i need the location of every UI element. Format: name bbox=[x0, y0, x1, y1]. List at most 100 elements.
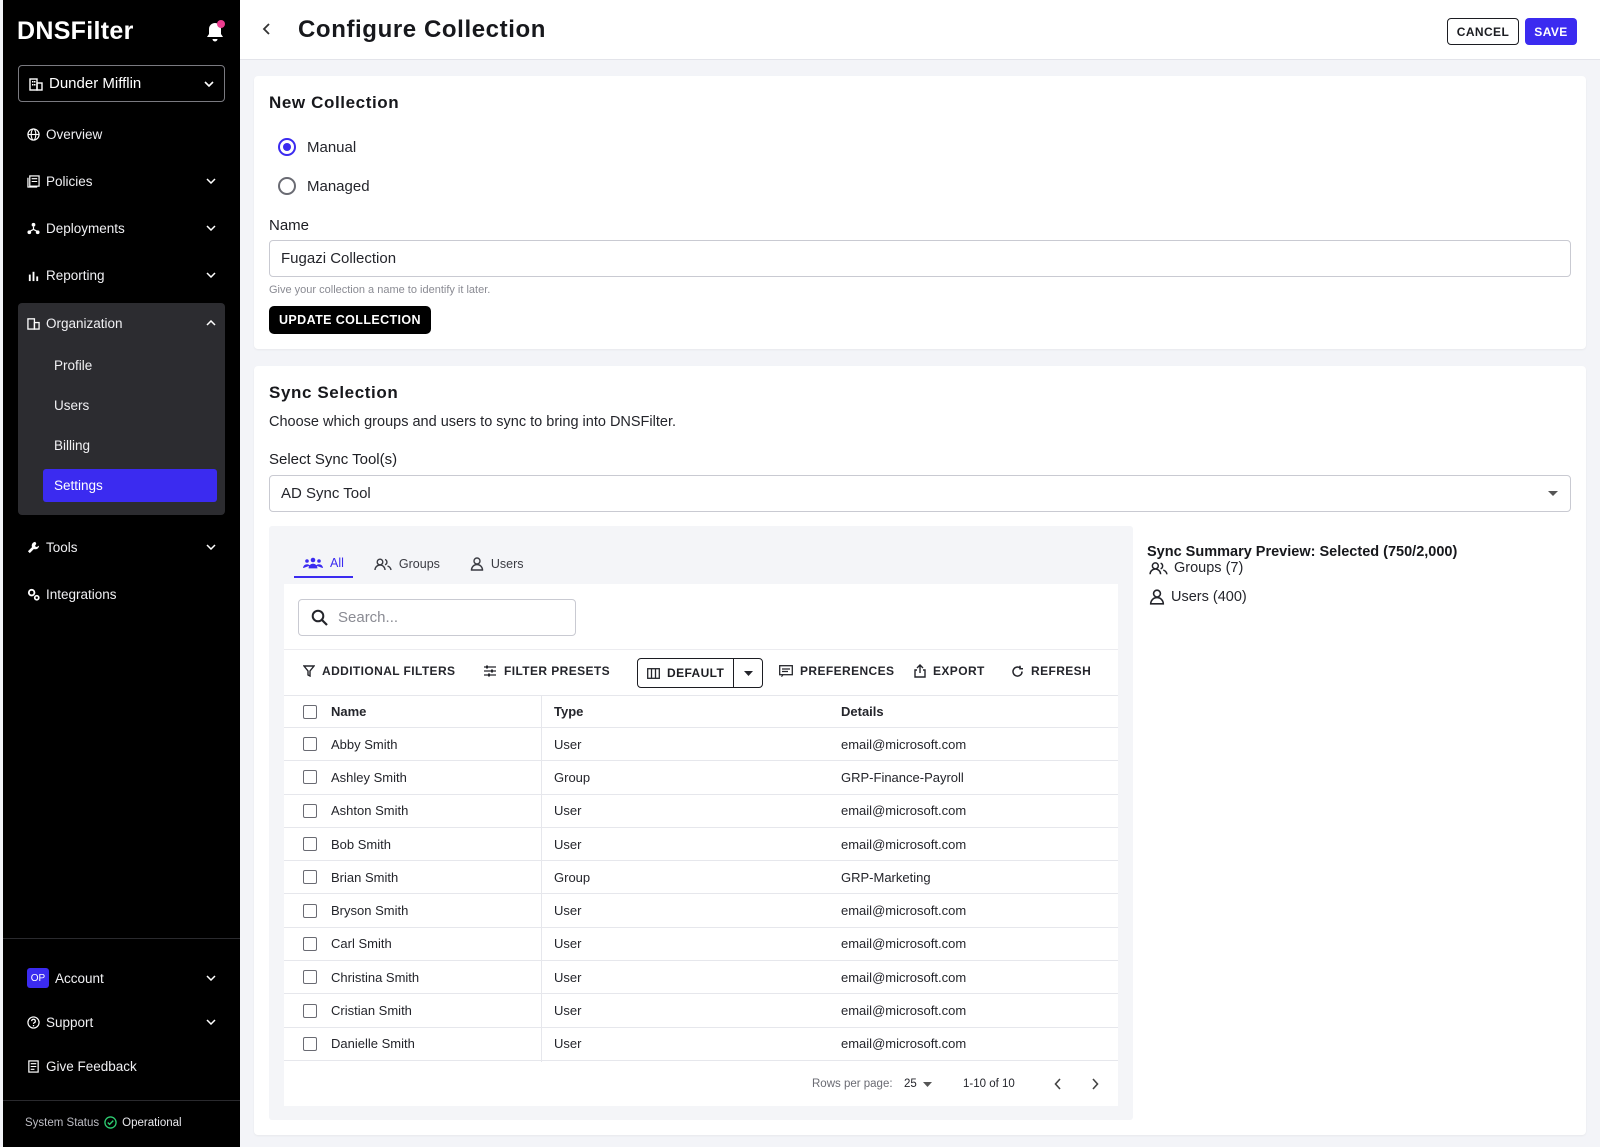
sync-selection-card: Sync Selection Choose which groups and u… bbox=[254, 366, 1586, 1135]
sidebar-item-reporting[interactable]: Reporting bbox=[18, 255, 225, 295]
row-checkbox[interactable] bbox=[303, 803, 317, 818]
table-header-row: Name Type Details bbox=[284, 695, 1118, 728]
system-status-value: Operational bbox=[122, 1116, 182, 1129]
sidebar-subitem-users[interactable]: Users bbox=[43, 389, 217, 422]
save-button[interactable]: SAVE bbox=[1525, 18, 1577, 45]
sidebar-subitem-billing[interactable]: Billing bbox=[43, 429, 217, 462]
row-checkbox[interactable] bbox=[303, 970, 317, 985]
cell-name: Danielle Smith bbox=[331, 1036, 415, 1052]
cell-name: Ashton Smith bbox=[331, 803, 409, 819]
tab-all[interactable]: All bbox=[294, 550, 353, 578]
default-view-dropdown[interactable] bbox=[733, 659, 762, 687]
sidebar-item-give-feedback[interactable]: Give Feedback bbox=[18, 1046, 225, 1086]
chevron-up-icon bbox=[206, 320, 216, 326]
bar-chart-icon bbox=[28, 271, 39, 281]
cell-type: User bbox=[554, 936, 582, 952]
row-checkbox[interactable] bbox=[303, 903, 317, 918]
cell-name: Carl Smith bbox=[331, 936, 392, 952]
row-checkbox[interactable] bbox=[303, 1036, 317, 1051]
row-checkbox[interactable] bbox=[303, 737, 317, 752]
sidebar-item-label: Policies bbox=[46, 173, 93, 189]
organization-select[interactable]: Dunder Mifflin bbox=[18, 65, 225, 102]
table-row[interactable]: Bob Smith User email@microsoft.com bbox=[284, 828, 1118, 862]
table-row[interactable]: Christina Smith User email@microsoft.com bbox=[284, 961, 1118, 995]
default-view-button[interactable]: DEFAULT bbox=[638, 659, 733, 687]
sync-grid-panel: All Groups Users Search... ADDITIONAL FI… bbox=[269, 526, 1133, 1120]
notifications-bell-icon[interactable] bbox=[206, 20, 225, 42]
additional-filters-button[interactable]: ADDITIONAL FILTERS bbox=[303, 664, 455, 678]
back-button[interactable] bbox=[262, 22, 272, 36]
table-row[interactable]: Danielle Smith User email@microsoft.com bbox=[284, 1028, 1118, 1061]
table-row[interactable]: Cristian Smith User email@microsoft.com bbox=[284, 994, 1118, 1028]
column-header-details[interactable]: Details bbox=[841, 704, 884, 719]
search-input[interactable]: Search... bbox=[298, 599, 576, 636]
row-checkbox[interactable] bbox=[303, 1003, 317, 1018]
sidebar-item-policies[interactable]: Policies bbox=[18, 161, 225, 201]
sidebar-item-support[interactable]: Support bbox=[18, 1002, 225, 1042]
tab-groups[interactable]: Groups bbox=[365, 550, 449, 578]
page-header: Configure Collection CANCEL SAVE bbox=[240, 0, 1600, 60]
filter-presets-label: FILTER PRESETS bbox=[504, 664, 611, 678]
radio-managed[interactable]: Managed bbox=[278, 177, 370, 195]
rows-per-page-select[interactable]: 25 bbox=[904, 1078, 932, 1090]
sidebar-item-deployments[interactable]: Deployments bbox=[18, 208, 225, 248]
table-row[interactable]: Ashton Smith User email@microsoft.com bbox=[284, 795, 1118, 828]
sidebar-item-account[interactable]: OP Account bbox=[18, 958, 225, 998]
radio-manual[interactable]: Manual bbox=[278, 138, 356, 156]
dropdown-caret-icon bbox=[1548, 491, 1558, 496]
row-checkbox[interactable] bbox=[303, 936, 317, 951]
update-collection-button[interactable]: UPDATE COLLECTION bbox=[269, 306, 431, 334]
collection-name-input[interactable]: Fugazi Collection bbox=[269, 240, 1571, 277]
cell-details: GRP-Marketing bbox=[841, 869, 931, 885]
sliders-icon bbox=[484, 665, 496, 677]
sidebar-subitem-profile[interactable]: Profile bbox=[43, 349, 217, 382]
table-row[interactable]: Abby Smith User email@microsoft.com bbox=[284, 728, 1118, 762]
radio-managed-control[interactable] bbox=[278, 177, 296, 195]
table-row[interactable]: Ashley Smith Group GRP-Finance-Payroll bbox=[284, 761, 1118, 795]
cancel-button[interactable]: CANCEL bbox=[1447, 18, 1519, 45]
sync-tool-label: Select Sync Tool(s) bbox=[269, 451, 398, 468]
check-circle-icon bbox=[104, 1116, 117, 1129]
table-row[interactable]: Bryson Smith User email@microsoft.com bbox=[284, 894, 1118, 928]
sidebar-item-organization[interactable]: Organization bbox=[18, 303, 225, 343]
rows-per-page-value: 25 bbox=[904, 1078, 917, 1090]
sidebar-item-label: Support bbox=[46, 1014, 94, 1030]
new-collection-card: New Collection Manual Managed Name Fugaz… bbox=[254, 76, 1586, 349]
table-row[interactable]: Carl Smith User email@microsoft.com bbox=[284, 928, 1118, 962]
caret-down-icon bbox=[743, 670, 753, 676]
cell-type: User bbox=[554, 1003, 582, 1019]
cell-type: Group bbox=[554, 769, 591, 785]
sidebar-subitem-settings[interactable]: Settings bbox=[43, 469, 217, 502]
notification-dot bbox=[217, 20, 225, 28]
export-button[interactable]: EXPORT bbox=[914, 664, 985, 678]
preferences-button[interactable]: PREFERENCES bbox=[779, 664, 894, 678]
filter-presets-button[interactable]: FILTER PRESETS bbox=[483, 664, 610, 678]
column-header-type[interactable]: Type bbox=[554, 704, 583, 719]
dnsfilter-logo[interactable]: DNSFilter bbox=[17, 14, 134, 48]
select-all-checkbox[interactable] bbox=[303, 704, 317, 719]
column-header-name[interactable]: Name bbox=[331, 704, 366, 719]
sidebar-item-overview[interactable]: Overview bbox=[18, 114, 225, 154]
groups-icon bbox=[374, 558, 392, 570]
system-status-label: System Status bbox=[25, 1116, 100, 1129]
tab-users[interactable]: Users bbox=[461, 550, 533, 578]
sync-selection-title: Sync Selection bbox=[269, 383, 399, 402]
row-checkbox[interactable] bbox=[303, 837, 317, 852]
row-checkbox[interactable] bbox=[303, 770, 317, 785]
refresh-button[interactable]: REFRESH bbox=[1011, 664, 1091, 678]
sidebar-item-integrations[interactable]: Integrations bbox=[18, 574, 225, 614]
row-checkbox[interactable] bbox=[303, 870, 317, 885]
default-view-split-button: DEFAULT bbox=[637, 658, 764, 688]
sidebar-item-tools[interactable]: Tools bbox=[18, 527, 225, 567]
previous-page-button[interactable] bbox=[1054, 1078, 1062, 1090]
cell-type: Group bbox=[554, 869, 591, 885]
radio-manual-control[interactable] bbox=[278, 138, 296, 156]
cell-details: email@microsoft.com bbox=[841, 936, 967, 952]
system-status[interactable]: System Status Operational bbox=[25, 1116, 182, 1129]
sync-tool-select[interactable]: AD Sync Tool bbox=[269, 475, 1571, 512]
policies-icon bbox=[27, 174, 40, 188]
table-row[interactable]: Brian Smith Group GRP-Marketing bbox=[284, 861, 1118, 895]
tab-all-label: All bbox=[330, 556, 344, 570]
user-icon bbox=[1149, 589, 1165, 605]
next-page-button[interactable] bbox=[1091, 1078, 1099, 1090]
